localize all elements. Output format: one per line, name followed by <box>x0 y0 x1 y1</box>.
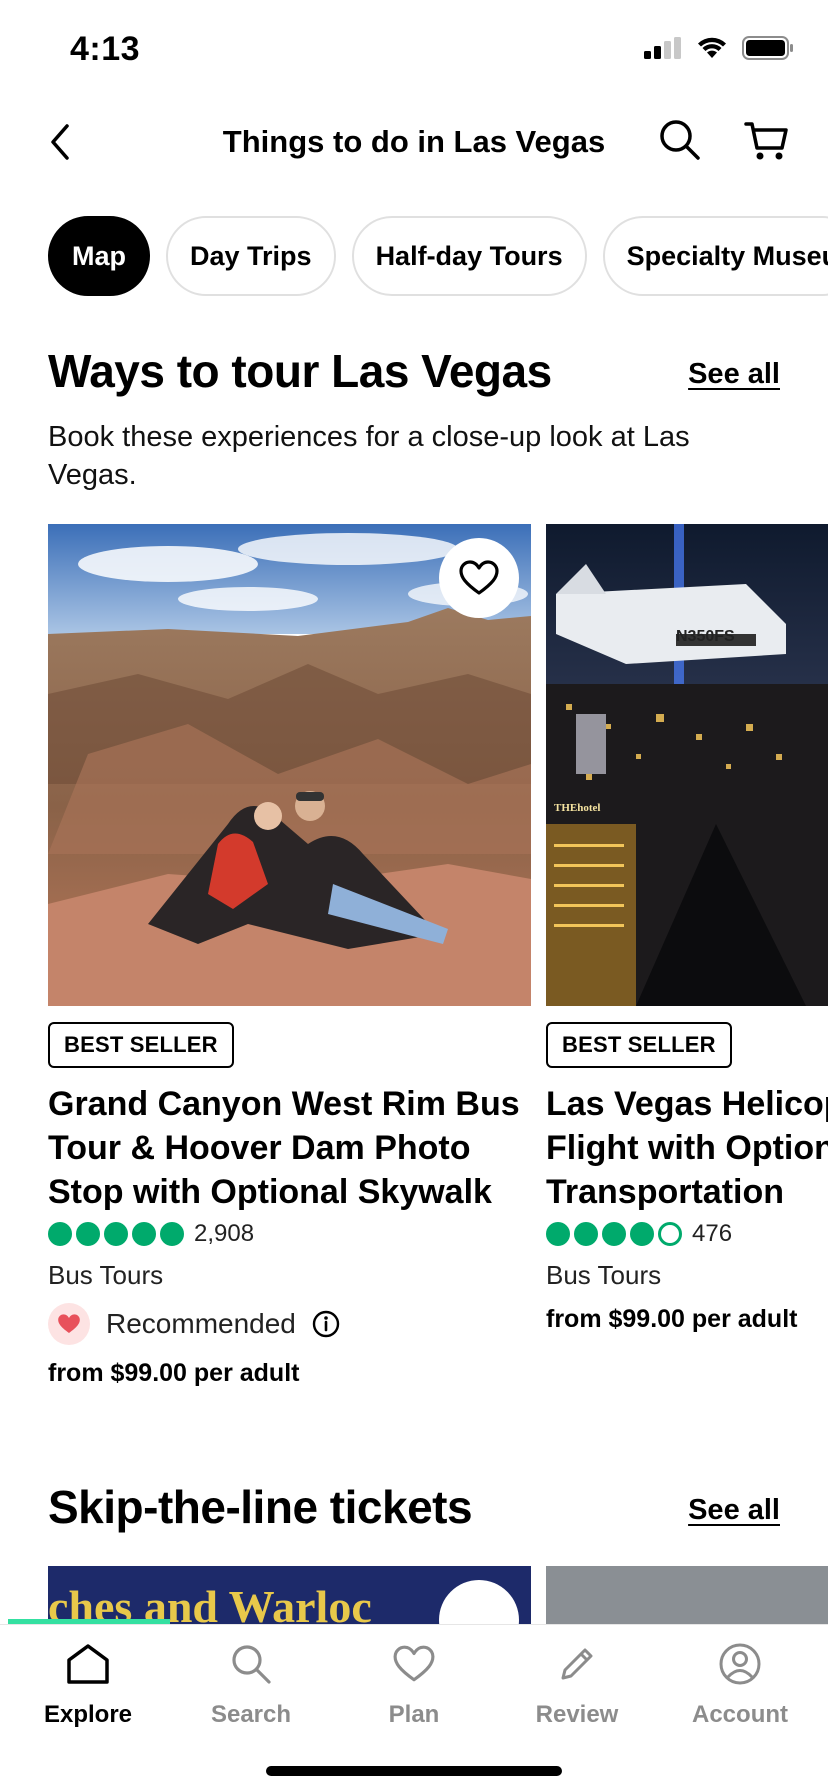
active-tab-indicator <box>8 1619 170 1624</box>
pencil-icon <box>552 1639 602 1689</box>
recommended-heart-icon <box>48 1303 90 1345</box>
hotel-sign: THEhotel <box>554 802 601 814</box>
tour-image-grand-canyon[interactable] <box>48 524 531 1006</box>
tour-price: from $99.00 per adult <box>48 1359 300 1387</box>
tour-category: Bus Tours <box>546 1260 662 1290</box>
tour-image-second[interactable] <box>546 1566 828 1626</box>
tab-label: Account <box>692 1701 788 1728</box>
tour-title[interactable]: Grand Canyon West Rim Bus Tour & Hoover … <box>48 1082 531 1214</box>
tab-plan[interactable]: Plan <box>332 1639 496 1749</box>
cart-button[interactable] <box>742 116 790 164</box>
tab-explore[interactable]: Explore <box>6 1639 170 1749</box>
heart-icon <box>459 560 499 595</box>
tab-review[interactable]: Review <box>495 1639 659 1749</box>
rating-dot <box>574 1222 598 1246</box>
skip-the-line-carousel[interactable]: ches and Warloc <box>48 1566 828 1626</box>
info-icon[interactable] <box>312 1310 340 1338</box>
account-icon <box>715 1639 765 1689</box>
tour-category: Bus Tours <box>48 1260 164 1290</box>
tab-label: Plan <box>388 1701 440 1728</box>
tour-card[interactable]: N350FS THEhotel BEST SELLER Las Vegas He… <box>546 524 828 1334</box>
aircraft-registration: N350FS <box>676 628 735 645</box>
review-count: 2,908 <box>194 1220 255 1247</box>
battery-icon <box>742 36 793 60</box>
rating-bubbles: 476 <box>546 1220 828 1248</box>
section-title-ways-to-tour: Ways to tour Las Vegas <box>48 345 552 397</box>
cellular-signal-icon <box>644 37 681 59</box>
chip-map[interactable]: Map <box>48 216 150 296</box>
rating-dot <box>104 1222 128 1246</box>
tab-label: Search <box>210 1701 292 1728</box>
home-indicator <box>266 1766 562 1776</box>
tab-label: Review <box>535 1701 619 1728</box>
filter-chips: Map Day Trips Half-day Tours Specialty M… <box>48 216 828 296</box>
rating-bubbles: 2,908 <box>48 1220 531 1248</box>
save-button[interactable] <box>439 538 519 618</box>
tour-card[interactable]: BEST SELLER Grand Canyon West Rim Bus To… <box>48 524 531 1388</box>
search-icon <box>226 1639 276 1689</box>
review-count: 476 <box>692 1220 733 1247</box>
tour-title[interactable]: Las Vegas Helicop Flight with Option Tra… <box>546 1082 828 1214</box>
search-button[interactable] <box>656 116 704 164</box>
save-button[interactable] <box>439 1580 519 1626</box>
recommended-row: Recommended <box>48 1303 531 1345</box>
rating-dot-empty <box>658 1222 682 1246</box>
helicopter-night-photo <box>546 524 828 1006</box>
tab-bar: Explore Search Plan Review Account <box>0 1619 828 1792</box>
tab-account[interactable]: Account <box>658 1639 822 1749</box>
rating-dot <box>602 1222 626 1246</box>
rating-dot <box>48 1222 72 1246</box>
tour-price: from $99.00 per adult <box>546 1305 798 1333</box>
status-bar: 4:13 <box>0 0 828 100</box>
tab-search[interactable]: Search <box>169 1639 333 1749</box>
status-icons <box>644 36 794 60</box>
chip-half-day-tours[interactable]: Half-day Tours <box>351 216 587 296</box>
recommended-label: Recommended <box>106 1308 296 1339</box>
cards-carousel[interactable]: BEST SELLER Grand Canyon West Rim Bus To… <box>48 524 828 1404</box>
best-seller-badge: BEST SELLER <box>48 1022 234 1068</box>
wifi-icon <box>698 37 726 58</box>
search-icon <box>660 120 700 160</box>
tab-label: Explore <box>43 1701 133 1728</box>
status-time: 4:13 <box>70 30 141 68</box>
rating-dot <box>132 1222 156 1246</box>
chip-day-trips[interactable]: Day Trips <box>166 216 336 296</box>
nav-bar: Things to do in Las Vegas <box>0 100 828 184</box>
tour-image-helicopter[interactable]: N350FS THEhotel <box>546 524 828 1006</box>
heart-icon <box>389 1639 439 1689</box>
section-title-skip-the-line: Skip-the-line tickets <box>48 1481 473 1533</box>
best-seller-badge: BEST SELLER <box>546 1022 732 1068</box>
see-all-link[interactable]: See all <box>688 1494 780 1527</box>
cart-icon <box>744 122 788 160</box>
chip-specialty-museums[interactable]: Specialty Museu <box>602 216 828 296</box>
rating-dot <box>160 1222 184 1246</box>
rating-dot <box>546 1222 570 1246</box>
tour-image-witches-and-warlocks[interactable]: ches and Warloc <box>48 1566 531 1626</box>
home-icon <box>63 1639 113 1689</box>
see-all-link[interactable]: See all <box>688 358 780 391</box>
rating-dot <box>630 1222 654 1246</box>
section-subtitle: Book these experiences for a close-up lo… <box>48 421 690 491</box>
rating-dot <box>76 1222 100 1246</box>
